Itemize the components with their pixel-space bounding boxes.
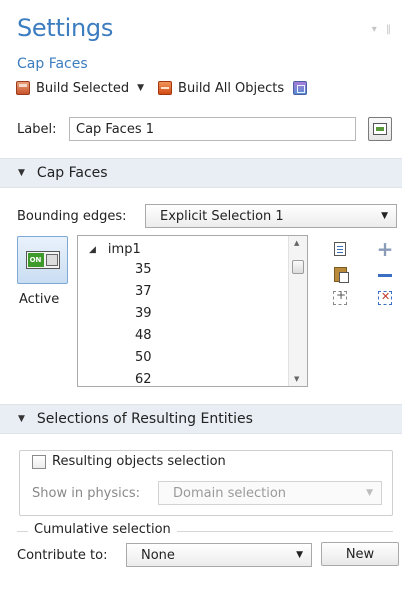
- resulting-entities-section-header[interactable]: ▼ Selections of Resulting Entities: [0, 404, 402, 434]
- list-item[interactable]: 50: [135, 350, 152, 365]
- clear-selection-button[interactable]: [376, 289, 394, 307]
- label-row: Label:: [17, 117, 356, 141]
- collapse-triangle-icon[interactable]: ▼: [18, 168, 25, 178]
- bounding-edges-select[interactable]: Explicit Selection 1 ▼: [145, 204, 397, 228]
- pin-controls[interactable]: ▾ ‖: [372, 24, 394, 35]
- copy-selection-button[interactable]: [331, 240, 349, 258]
- resulting-objects-checkbox[interactable]: [32, 454, 46, 469]
- scroll-down-icon[interactable]: ▼: [294, 375, 299, 383]
- list-item[interactable]: 62: [135, 372, 152, 386]
- resulting-objects-label: Resulting objects selection: [52, 454, 226, 469]
- contribute-to-select[interactable]: None ▼: [126, 543, 312, 567]
- cap-faces-section-header[interactable]: ▼ Cap Faces: [0, 158, 402, 188]
- build-selected-button[interactable]: Build Selected: [36, 81, 129, 96]
- selection-listbox[interactable]: ◢ imp1 35 37 39 48 50 62 ▲ ▼: [77, 235, 308, 387]
- settings-title: Settings: [17, 14, 114, 42]
- paste-icon: [333, 266, 349, 283]
- contribute-to-label: Contribute to:: [17, 547, 108, 563]
- chevron-down-icon: ▼: [296, 550, 303, 560]
- edit-label-icon: [373, 123, 387, 135]
- build-selected-icon[interactable]: [16, 81, 30, 95]
- scroll-thumb[interactable]: [292, 260, 304, 274]
- contribute-row: Contribute to: None ▼: [17, 543, 312, 567]
- add-to-selection-button[interactable]: +: [376, 237, 394, 261]
- toggle-on-text: ON: [27, 253, 44, 267]
- cap-faces-section-title: Cap Faces: [36, 165, 108, 181]
- chevron-down-icon: ▼: [381, 211, 388, 221]
- expand-triangle-icon[interactable]: ◢: [89, 245, 96, 255]
- active-label: Active: [19, 292, 60, 307]
- bounding-edges-label: Bounding edges:: [17, 208, 127, 224]
- tree-root-label: imp1: [107, 242, 141, 257]
- remove-from-selection-button[interactable]: [376, 266, 394, 284]
- new-selection-button[interactable]: New: [321, 542, 399, 566]
- chevron-down-icon: ▼: [366, 488, 373, 498]
- show-in-physics-value: Domain selection: [173, 485, 287, 501]
- list-item[interactable]: 48: [135, 328, 152, 343]
- label-field-label: Label:: [17, 121, 57, 137]
- vertical-scrollbar[interactable]: ▲ ▼: [288, 236, 307, 386]
- minus-icon: [378, 273, 392, 277]
- build-all-icon[interactable]: [158, 81, 173, 95]
- chevron-down-icon[interactable]: ▼: [137, 83, 144, 93]
- build-all-objects-button[interactable]: Build All Objects: [178, 81, 284, 96]
- plus-icon: +: [376, 237, 394, 261]
- zoom-to-selection-button[interactable]: [331, 288, 349, 307]
- cumulative-selection-label: Cumulative selection: [28, 522, 177, 537]
- label-field[interactable]: [69, 117, 356, 141]
- label-options-button[interactable]: [368, 117, 392, 141]
- show-in-physics-row: Show in physics: Domain selection ▼: [32, 481, 382, 505]
- copy-icon: [334, 242, 346, 256]
- toggle-knob: [45, 254, 58, 266]
- contribute-to-value: None: [141, 547, 175, 563]
- list-item[interactable]: 37: [135, 284, 152, 299]
- node-subtitle: Cap Faces: [17, 56, 88, 72]
- paste-selection-button[interactable]: [331, 265, 349, 283]
- list-item[interactable]: 35: [135, 262, 152, 277]
- graphics-icon[interactable]: [293, 81, 308, 95]
- tree-root[interactable]: ◢ imp1: [89, 242, 141, 257]
- active-toggle[interactable]: ON: [17, 236, 68, 284]
- build-toolbar: Build Selected ▼ Build All Objects: [16, 78, 313, 98]
- collapse-triangle-icon[interactable]: ▼: [18, 414, 25, 424]
- resulting-entities-section-title: Selections of Resulting Entities: [36, 411, 253, 427]
- clear-selection-icon: [378, 290, 392, 305]
- scroll-up-icon[interactable]: ▲: [294, 239, 299, 247]
- resulting-objects-checkbox-row[interactable]: Resulting objects selection: [32, 454, 234, 469]
- list-item[interactable]: 39: [135, 306, 152, 321]
- bounding-edges-value: Explicit Selection 1: [160, 208, 284, 224]
- show-in-physics-select: Domain selection ▼: [158, 481, 382, 505]
- toggle-switch: ON: [25, 251, 60, 269]
- zoom-selection-icon: [333, 288, 347, 305]
- show-in-physics-label: Show in physics:: [32, 485, 141, 501]
- bounding-edges-row: Bounding edges: Explicit Selection 1 ▼: [17, 204, 397, 228]
